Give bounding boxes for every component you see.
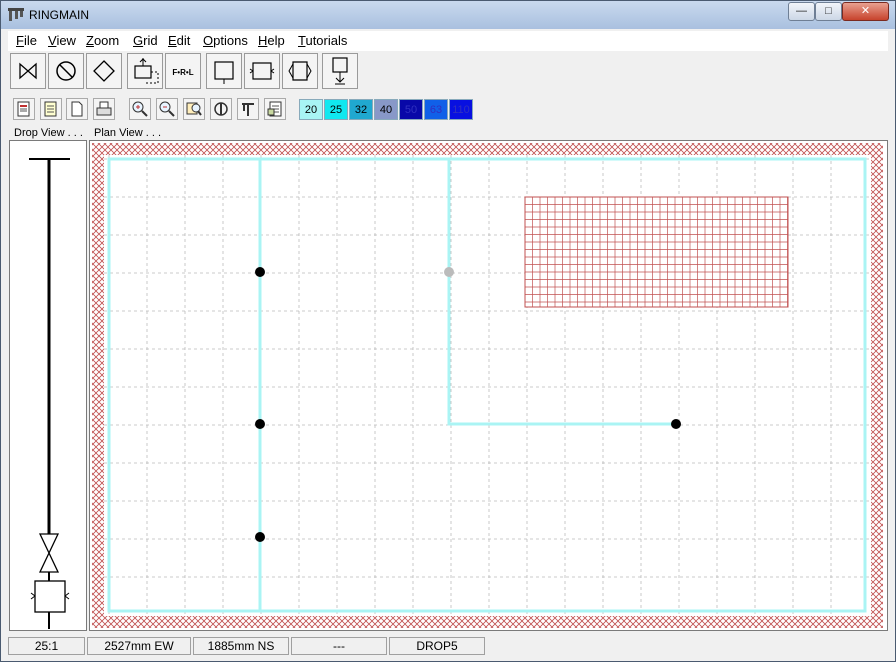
plan-view-label: Plan View . . . [94, 127, 162, 139]
drop-view-canvas[interactable] [10, 141, 86, 630]
gate-valve-icon [19, 62, 37, 80]
status-ns: 1885mm NS [193, 637, 289, 655]
frl-label: F•R•L [172, 68, 193, 77]
drop-outlet-box [34, 580, 66, 613]
center-button[interactable] [210, 98, 232, 120]
drop-node[interactable] [255, 419, 265, 429]
lubricator-icon [249, 62, 275, 80]
menu-options[interactable]: Options [203, 33, 248, 48]
menu-file[interactable]: File [16, 33, 37, 48]
menu-help[interactable]: Help [258, 33, 285, 48]
pipe-size-40[interactable]: 40 [374, 99, 398, 120]
drain-icon [332, 57, 348, 85]
menu-bar: File View Zoom Grid Edit Options Help Tu… [8, 31, 888, 51]
status-item: DROP5 [389, 637, 485, 655]
status-ew: 2527mm EW [87, 637, 191, 655]
app-icon [8, 8, 24, 21]
drain-button[interactable] [322, 53, 358, 89]
print-button[interactable] [93, 98, 115, 120]
title-bar[interactable]: RINGMAIN — □ ✕ [1, 1, 895, 29]
zoom-in-button[interactable] [129, 98, 151, 120]
status-scale: 25:1 [8, 637, 85, 655]
menu-tutorials[interactable]: Tutorials [298, 33, 347, 48]
drop-node[interactable] [671, 419, 681, 429]
menu-view[interactable]: View [48, 33, 76, 48]
ramp-icon [134, 58, 159, 84]
pipe-size-63[interactable]: 63 [424, 99, 448, 120]
open-icon [44, 101, 57, 117]
pipe-size-20[interactable]: 20 [299, 99, 323, 120]
ramp-button[interactable] [127, 53, 163, 89]
maximize-button[interactable]: □ [815, 2, 842, 21]
frl-button[interactable]: F•R•L [165, 53, 201, 89]
drop-node[interactable] [255, 532, 265, 542]
status-bar: 25:1 2527mm EW 1885mm NS --- DROP5 [8, 635, 888, 657]
pipe-size-32[interactable]: 32 [349, 99, 373, 120]
new-button[interactable] [13, 98, 35, 120]
app-window: RINGMAIN — □ ✕ File View Zoom Grid Edit … [0, 0, 896, 662]
zoom-out-icon [159, 101, 175, 117]
filter-icon [288, 61, 312, 81]
status-mode: --- [291, 637, 387, 655]
no-entry-button[interactable] [48, 53, 84, 89]
pipe-button[interactable] [237, 98, 259, 120]
report-icon [267, 101, 282, 117]
new-icon [17, 101, 30, 117]
pipe-size-50[interactable]: 50 [399, 99, 423, 120]
filter-button[interactable] [282, 53, 318, 89]
drop-view-panel[interactable] [9, 140, 87, 631]
menu-zoom[interactable]: Zoom [86, 33, 119, 48]
drop-node-inactive[interactable] [444, 267, 454, 277]
diamond-button[interactable] [86, 53, 122, 89]
drop-view-label: Drop View . . . [14, 127, 83, 139]
drop-box-button[interactable] [206, 53, 242, 89]
zoom-fit-button[interactable] [183, 98, 205, 120]
menu-edit[interactable]: Edit [168, 33, 190, 48]
lubricator-button[interactable] [244, 53, 280, 89]
zoom-out-button[interactable] [156, 98, 178, 120]
center-icon [214, 102, 228, 116]
plan-view-panel[interactable] [89, 140, 888, 631]
pipe-size-110[interactable]: 110 [449, 99, 473, 120]
window-title: RINGMAIN [29, 8, 89, 22]
zoom-in-icon [132, 101, 148, 117]
menu-grid[interactable]: Grid [133, 33, 158, 48]
minimize-button[interactable]: — [788, 2, 815, 21]
no-entry-icon [56, 61, 76, 81]
frl-icon: F•R•L [172, 68, 193, 77]
pipe-size-25[interactable]: 25 [324, 99, 348, 120]
drop-box-icon [214, 61, 234, 84]
report-button[interactable] [264, 98, 286, 120]
primary-toolbar: F•R•L [8, 51, 888, 93]
plan-view-canvas[interactable] [90, 141, 887, 630]
print-icon [96, 101, 112, 116]
room-block[interactable] [524, 196, 789, 308]
gate-valve-button[interactable] [10, 53, 46, 89]
page-button[interactable] [66, 98, 88, 120]
close-button[interactable]: ✕ [842, 2, 889, 21]
open-button[interactable] [40, 98, 62, 120]
drop-valve-icon [38, 533, 60, 573]
drop-node[interactable] [255, 267, 265, 277]
zoom-fit-icon [186, 102, 202, 116]
diamond-icon [93, 60, 115, 82]
page-icon [71, 101, 83, 117]
secondary-toolbar: 20 25 32 40 50 63 110 [8, 95, 888, 123]
pipe-icon [242, 103, 254, 116]
